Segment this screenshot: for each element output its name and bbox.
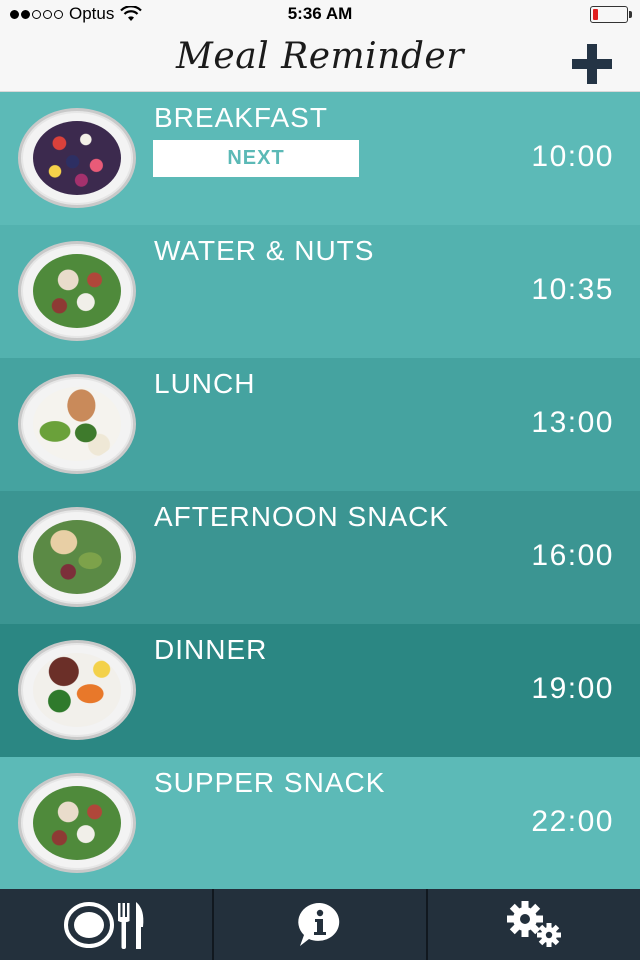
tab-info[interactable] [212,889,426,960]
meal-time: 10:35 [531,273,614,306]
meal-time: 16:00 [531,539,614,572]
gears-icon [507,900,561,947]
meal-row-supper-snack[interactable]: SUPPER SNACK 22:00 [0,757,640,889]
meal-name: AFTERNOON SNACK [154,501,450,532]
status-time: 5:36 AM [287,4,353,23]
meal-row-water-nuts[interactable]: WATER & NUTS 10:35 [0,225,640,358]
tab-meals[interactable] [0,889,212,960]
status-bar: Optus 5:36 AM [0,0,640,30]
meal-name: WATER & NUTS [154,235,375,266]
meal-row-breakfast[interactable]: BREAKFAST NEXT 10:00 [0,92,640,225]
battery-level [593,9,598,20]
info-icon [298,902,340,946]
meal-row-afternoon-snack[interactable]: AFTERNOON SNACK 16:00 [0,491,640,624]
meal-time: 19:00 [531,672,614,705]
meal-time: 10:00 [531,140,614,173]
meal-name: SUPPER SNACK [154,767,386,798]
meal-photo [18,241,136,341]
meal-time: 22:00 [531,805,614,838]
tab-bar [0,889,640,960]
meal-name: LUNCH [154,368,256,399]
tab-settings[interactable] [426,889,640,960]
meal-row-lunch[interactable]: LUNCH 13:00 [0,358,640,491]
next-badge: NEXT [153,140,359,177]
meal-photo [18,640,136,740]
meal-name: BREAKFAST [154,102,328,133]
battery-icon [590,6,632,23]
plate-cutlery-icon [64,901,144,949]
meal-name: DINNER [154,634,268,665]
add-meal-button[interactable] [572,44,612,84]
meal-photo [18,507,136,607]
meal-photo [18,374,136,474]
meal-row-dinner[interactable]: DINNER 19:00 [0,624,640,757]
meal-time: 13:00 [531,406,614,439]
meal-photo [18,773,136,873]
meal-photo [18,108,136,208]
app-title: Meal Reminder [176,36,464,77]
meal-list: BREAKFAST NEXT 10:00 WATER & NUTS 10:35 … [0,92,640,889]
navigation-bar: Meal Reminder [0,30,640,92]
